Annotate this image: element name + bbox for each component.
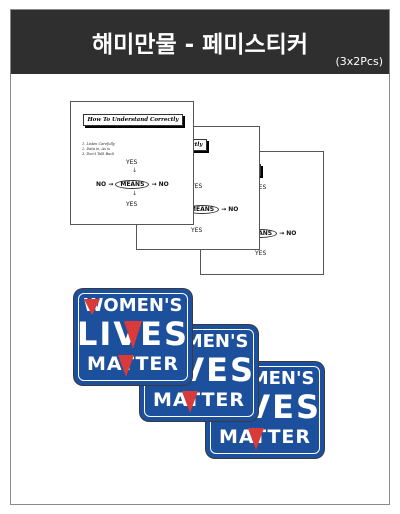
yes-label-bottom: YES (255, 250, 267, 257)
yes-label-bottom: YES (191, 227, 203, 234)
no-label: NO (228, 206, 239, 213)
product-title: 해미만물 - 페미스티커 (91, 32, 308, 58)
stripe-triangles-icon (84, 299, 142, 377)
header-bar: 해미만물 - 페미스티커 (3x2Pcs) (11, 10, 389, 74)
womens-lives-sticker-1: WOMEN'S LIVES MATTER (74, 289, 192, 385)
no-label-right: NO (158, 181, 169, 188)
document-title: How To Understand Correctly (83, 114, 183, 126)
document-list: 1. Listen Carefully 2. Data in, As is 3.… (82, 142, 115, 157)
means-row: NO → MEANS → NO (96, 180, 169, 189)
list-item: 3. Don't Talk Back (82, 152, 115, 156)
no-label: NO (96, 181, 107, 188)
arrow-down-icon: ↓ (132, 167, 138, 174)
document-sticker-1: How To Understand Correctly 1. Listen Ca… (70, 101, 194, 225)
yes-label: YES (126, 159, 138, 166)
product-quantity: (3x2Pcs) (335, 55, 383, 68)
yes-label-bottom: YES (126, 201, 138, 208)
arrow-down-icon: ↓ (132, 190, 138, 197)
no-label: NO (286, 230, 297, 237)
means-label: MEANS (115, 180, 150, 189)
